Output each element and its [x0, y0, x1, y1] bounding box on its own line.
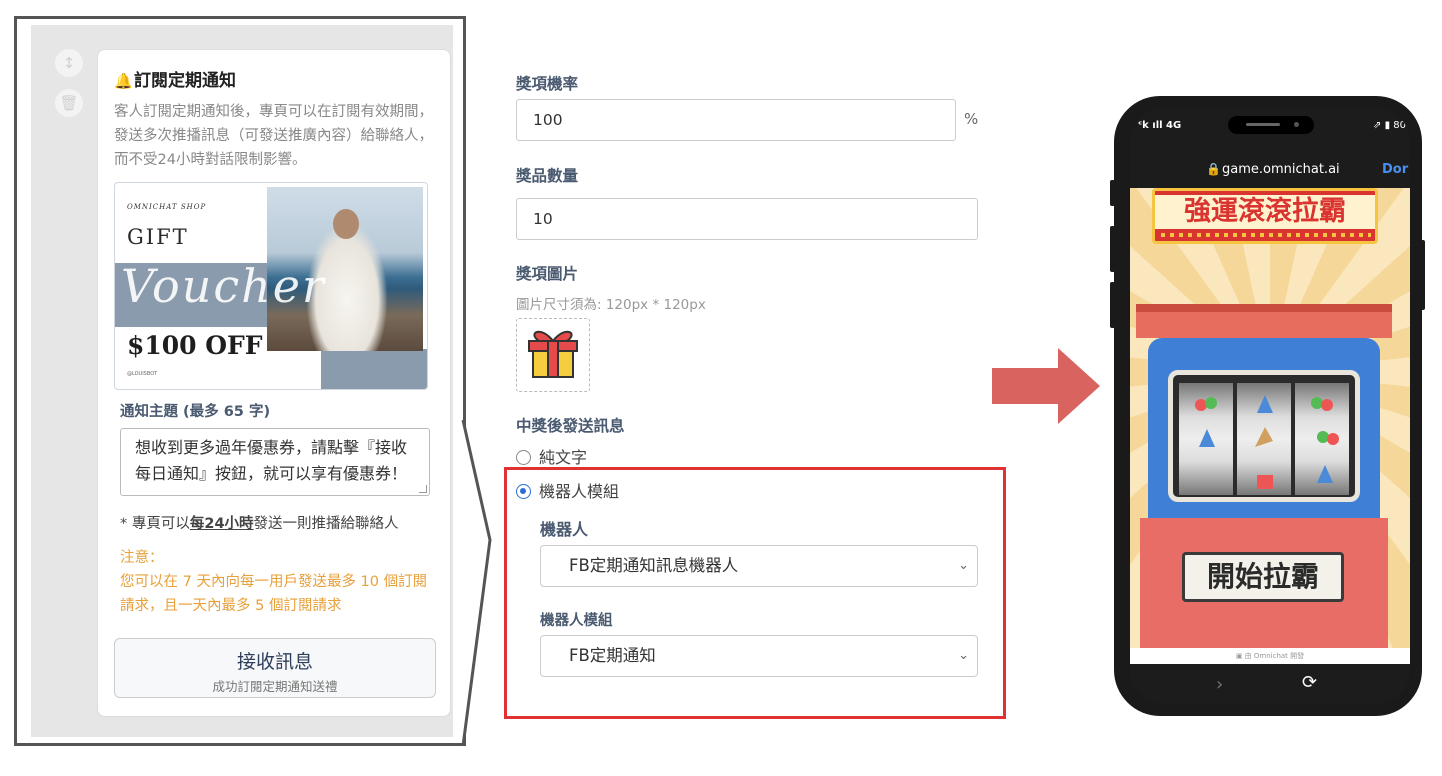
left-panel-frame: ↕ 🗑 🔔訂閱定期通知 客人訂閱定期通知後，專頁可以在訂閱有效期間，發送多次推播…: [14, 16, 466, 746]
notch: [1228, 116, 1314, 134]
trash-icon[interactable]: 🗑: [55, 89, 83, 117]
radio-plain-text[interactable]: 純文字: [516, 444, 587, 468]
prize-image-upload[interactable]: [516, 318, 590, 392]
voucher-image[interactable]: OMNICHAT SHOP GIFT Voucher $100 OFF @LOU…: [114, 182, 428, 390]
callout-pointer: [461, 420, 492, 747]
percent-unit: %: [964, 110, 979, 128]
slot-reels: [1168, 370, 1360, 502]
bot-select[interactable]: FB定期通知訊息機器人 ⌄: [540, 545, 978, 587]
powered-by: ▣ 由 Omnichat 開發: [1130, 648, 1410, 664]
note-line: * 專頁可以每24小時發送一則推播給聯絡人: [120, 516, 399, 532]
url-text: game.omnichat.ai: [1222, 162, 1340, 177]
radio-icon[interactable]: [516, 450, 531, 465]
chevron-down-icon: ⌄: [958, 648, 969, 663]
warning-text: 您可以在 7 天內向每一用戶發送最多 10 個訂閱請求，且一天內最多 5 個訂閱…: [120, 574, 428, 614]
voucher-script: Voucher: [121, 259, 326, 313]
resize-handle[interactable]: [419, 485, 427, 493]
chevron-down-icon: ⌄: [958, 558, 969, 573]
start-slot-button[interactable]: 開始拉霸: [1182, 552, 1344, 602]
message-after-win-label: 中獎後發送訊息: [516, 417, 625, 435]
radio-bot-module[interactable]: 機器人模組: [516, 478, 619, 502]
forward-icon[interactable]: ›: [1216, 674, 1223, 695]
bot-label: 機器人: [540, 520, 589, 539]
done-button[interactable]: Dor: [1382, 162, 1408, 177]
prize-image-label: 獎項圖片: [516, 265, 579, 283]
lock-icon: 🔒: [1206, 162, 1221, 176]
bot-module-select[interactable]: FB定期通知 ⌄: [540, 635, 978, 677]
voucher-gift: GIFT: [127, 225, 189, 249]
receive-message-button[interactable]: 接收訊息 成功訂閱定期通知送禮: [114, 638, 436, 698]
slot-game: 強運滾滾拉霸 開始拉霸: [1130, 188, 1410, 648]
status-bar: ᶜk ıll 4G ⇗ ▮ 80: [1130, 108, 1410, 142]
image-size-hint: 圖片尺寸須為: 120px * 120px: [516, 297, 706, 313]
voucher-handle: @LOUISBOT: [127, 371, 158, 377]
subscription-card: 🔔訂閱定期通知 客人訂閱定期通知後，專頁可以在訂閱有效期間，發送多次推播訊息（可…: [97, 49, 451, 717]
refresh-icon[interactable]: ⟳: [1302, 672, 1317, 693]
bell-icon: 🔔: [114, 72, 133, 90]
topic-label: 通知主題 (最多 65 字): [120, 404, 271, 420]
editor-canvas: ↕ 🗑 🔔訂閱定期通知 客人訂閱定期通知後，專頁可以在訂閱有效期間，發送多次推播…: [31, 25, 453, 737]
topic-textarea[interactable]: 想收到更多過年優惠券，請點擊『接收每日通知』按鈕，就可以享有優惠券！: [120, 428, 430, 496]
reel-symbols: [1195, 395, 1339, 489]
url-bar[interactable]: 🔒 game.omnichat.ai Dor: [1130, 156, 1410, 184]
card-title: 🔔訂閱定期通知: [114, 71, 236, 91]
voucher-amount: $100 OFF: [127, 331, 263, 360]
card-description: 客人訂閱定期通知後，專頁可以在訂閱有效期間，發送多次推播訊息（可發送推廣內容）給…: [114, 104, 433, 168]
radio-selected-icon[interactable]: [516, 484, 531, 499]
highlight-box: [504, 467, 1006, 719]
game-marquee: 強運滾滾拉霸: [1152, 188, 1378, 244]
quantity-input[interactable]: 10: [516, 198, 978, 240]
warning-title: 注意：: [120, 550, 164, 566]
right-arrow-icon: [992, 348, 1100, 424]
bot-module-label: 機器人模組: [540, 613, 613, 629]
probability-label: 獎項機率: [516, 75, 579, 93]
quantity-label: 獎品數量: [516, 167, 579, 185]
browser-nav: › ⟳: [1130, 664, 1410, 704]
move-icon[interactable]: ↕: [55, 49, 83, 77]
voucher-shop-name: OMNICHAT SHOP: [127, 203, 207, 211]
gift-icon: [528, 330, 578, 378]
phone-screen: ᶜk ıll 4G ⇗ ▮ 80 🔒 game.omnichat.ai Dor …: [1130, 108, 1410, 704]
probability-input[interactable]: 100: [516, 99, 956, 141]
